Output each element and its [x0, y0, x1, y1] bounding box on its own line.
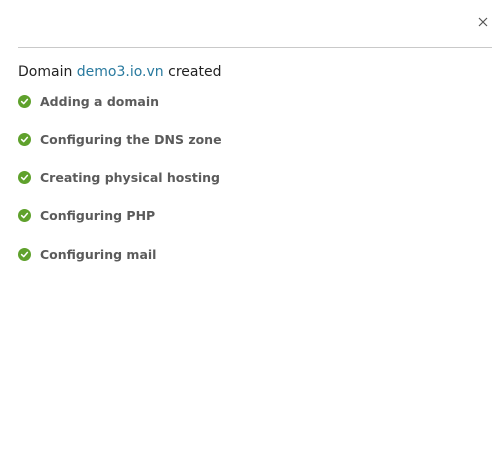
step-label: Creating physical hosting [40, 170, 220, 186]
close-button[interactable] [474, 13, 492, 31]
heading-prefix: Domain [18, 64, 73, 80]
step-label: Configuring the DNS zone [40, 131, 222, 147]
step-label: Configuring mail [40, 246, 157, 262]
step-item: Configuring the DNS zone [18, 129, 222, 149]
check-circle-icon [18, 171, 31, 185]
check-circle-icon [18, 94, 31, 108]
step-label: Configuring PHP [40, 208, 156, 224]
status-heading: Domain demo3.io.vn created [18, 62, 221, 82]
check-circle-icon [18, 209, 31, 223]
domain-link[interactable]: demo3.io.vn [77, 64, 164, 80]
step-label: Adding a domain [40, 93, 160, 109]
progress-steps-list: Adding a domain Configuring the DNS zone… [18, 91, 222, 282]
check-circle-icon [18, 132, 31, 146]
close-icon [478, 17, 488, 27]
step-item: Creating physical hosting [18, 168, 222, 188]
header-divider [18, 47, 492, 48]
check-circle-icon [18, 247, 31, 261]
step-item: Configuring PHP [18, 206, 222, 226]
step-item: Configuring mail [18, 244, 222, 264]
step-item: Adding a domain [18, 91, 222, 111]
heading-suffix: created [168, 64, 222, 80]
